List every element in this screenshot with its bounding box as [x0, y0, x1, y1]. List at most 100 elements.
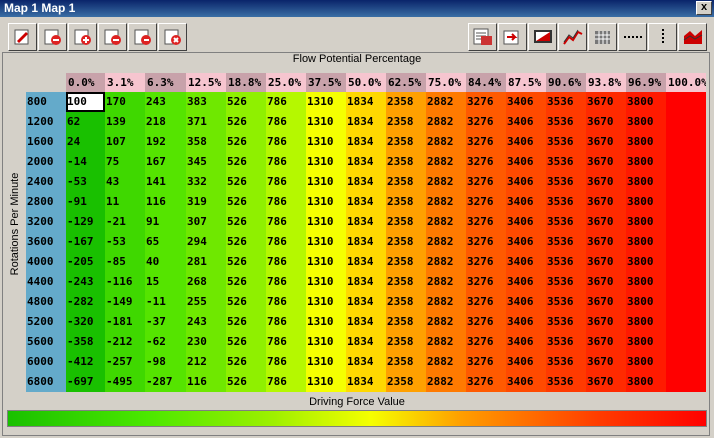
table-cell[interactable]: 3670	[586, 132, 626, 152]
table-cell[interactable]: 2882	[426, 332, 466, 352]
table-cell[interactable]: 1834	[346, 252, 386, 272]
table-cell[interactable]: 3800	[626, 132, 666, 152]
table-cell[interactable]: 3536	[546, 192, 586, 212]
table-cell[interactable]: -149	[105, 292, 145, 312]
table-cell[interactable]: 786	[266, 172, 306, 192]
table-cell[interactable]: 3406	[506, 172, 546, 192]
table-cell[interactable]: 3406	[506, 292, 546, 312]
table-cell[interactable]: -320	[66, 312, 105, 332]
table-cell[interactable]: 1834	[346, 232, 386, 252]
table-cell[interactable]: 43	[105, 172, 145, 192]
table-cell[interactable]: 2882	[426, 372, 466, 392]
table-cell[interactable]: 786	[266, 152, 306, 172]
table-cell[interactable]: 2358	[386, 292, 426, 312]
table-cell[interactable]: 786	[266, 312, 306, 332]
table-cell-empty[interactable]	[666, 112, 706, 132]
table-cell[interactable]: 15	[145, 272, 186, 292]
table-cell[interactable]: -11	[145, 292, 186, 312]
table-cell[interactable]: -85	[105, 252, 145, 272]
table-cell[interactable]: 1310	[306, 312, 346, 332]
table-cell[interactable]: 3276	[466, 192, 506, 212]
table-cell[interactable]: 2358	[386, 172, 426, 192]
table-cell[interactable]: 2882	[426, 212, 466, 232]
table-cell[interactable]: 107	[105, 132, 145, 152]
table-cell[interactable]: 3670	[586, 332, 626, 352]
table-cell[interactable]: 3406	[506, 352, 546, 372]
edit-button[interactable]	[8, 23, 37, 51]
table-cell[interactable]: 2358	[386, 212, 426, 232]
table-cell[interactable]: 3536	[546, 372, 586, 392]
table-cell[interactable]: 3800	[626, 252, 666, 272]
table-cell[interactable]: 139	[105, 112, 145, 132]
table-cell[interactable]: 786	[266, 352, 306, 372]
table-cell[interactable]: 2358	[386, 252, 426, 272]
table-cell[interactable]: 3406	[506, 192, 546, 212]
row-header[interactable]: 5200	[26, 312, 66, 332]
table-cell[interactable]: 3276	[466, 272, 506, 292]
table-cell[interactable]: 2358	[386, 112, 426, 132]
table-cell[interactable]: 3670	[586, 212, 626, 232]
column-header[interactable]: 75.0%	[426, 73, 466, 92]
table-cell[interactable]: 786	[266, 292, 306, 312]
display-button[interactable]	[528, 23, 557, 51]
table-view-button[interactable]	[468, 23, 497, 51]
column-header[interactable]: 50.0%	[346, 73, 386, 92]
row-header[interactable]: 4800	[26, 292, 66, 312]
table-cell[interactable]: -181	[105, 312, 145, 332]
column-header[interactable]: 3.1%	[105, 73, 145, 92]
table-cell[interactable]: 786	[266, 232, 306, 252]
table-cell-empty[interactable]	[666, 352, 706, 372]
table-cell[interactable]: 3536	[546, 212, 586, 232]
table-cell[interactable]: -21	[105, 212, 145, 232]
table-cell[interactable]: 3406	[506, 332, 546, 352]
table-cell[interactable]: 371	[186, 112, 226, 132]
table-cell[interactable]: 526	[226, 232, 266, 252]
table-cell[interactable]: 526	[226, 112, 266, 132]
column-header[interactable]: 0.0%	[66, 73, 105, 92]
table-cell[interactable]: 2358	[386, 132, 426, 152]
table-cell[interactable]: 3406	[506, 252, 546, 272]
table-cell[interactable]: 2358	[386, 372, 426, 392]
table-cell[interactable]: 1834	[346, 352, 386, 372]
table-cell[interactable]: 3670	[586, 192, 626, 212]
table-cell[interactable]: 526	[226, 212, 266, 232]
column-header[interactable]: 100.0%	[666, 73, 706, 92]
table-cell[interactable]: 1310	[306, 232, 346, 252]
table-cell[interactable]: 2882	[426, 312, 466, 332]
table-cell[interactable]: 1834	[346, 292, 386, 312]
table-cell[interactable]: 3536	[546, 292, 586, 312]
table-cell[interactable]: 3276	[466, 232, 506, 252]
table-cell[interactable]: 526	[226, 352, 266, 372]
remove-cells-button[interactable]	[98, 23, 127, 51]
table-cell[interactable]: 1310	[306, 112, 346, 132]
window-titlebar[interactable]: Map 1 Map 1 x	[0, 0, 714, 17]
table-cell[interactable]: 167	[145, 152, 186, 172]
row-header[interactable]: 2800	[26, 192, 66, 212]
table-cell[interactable]: 3800	[626, 92, 666, 112]
table-cell[interactable]: 62	[66, 112, 105, 132]
table-cell[interactable]: 2358	[386, 272, 426, 292]
table-cell[interactable]: 1834	[346, 212, 386, 232]
table-cell[interactable]: 3406	[506, 92, 546, 112]
table-cell[interactable]: 2358	[386, 92, 426, 112]
clear-button[interactable]	[158, 23, 187, 51]
table-cell[interactable]: 212	[186, 352, 226, 372]
table-cell[interactable]: 526	[226, 152, 266, 172]
table-cell[interactable]: 3276	[466, 312, 506, 332]
table-cell[interactable]: -257	[105, 352, 145, 372]
row-header[interactable]: 5600	[26, 332, 66, 352]
table-cell[interactable]: 2882	[426, 232, 466, 252]
table-cell[interactable]: 1310	[306, 252, 346, 272]
table-cell[interactable]: 786	[266, 332, 306, 352]
table-cell[interactable]: 230	[186, 332, 226, 352]
table-cell[interactable]: 3800	[626, 212, 666, 232]
table-cell[interactable]: -14	[66, 152, 105, 172]
table-cell[interactable]: 2882	[426, 92, 466, 112]
table-cell[interactable]: 2882	[426, 152, 466, 172]
table-cell[interactable]: 786	[266, 112, 306, 132]
table-cell[interactable]: 2358	[386, 332, 426, 352]
table-cell[interactable]: 1310	[306, 92, 346, 112]
table-cell[interactable]: 100	[66, 92, 105, 112]
table-cell[interactable]: -243	[66, 272, 105, 292]
column-header[interactable]: 6.3%	[145, 73, 186, 92]
